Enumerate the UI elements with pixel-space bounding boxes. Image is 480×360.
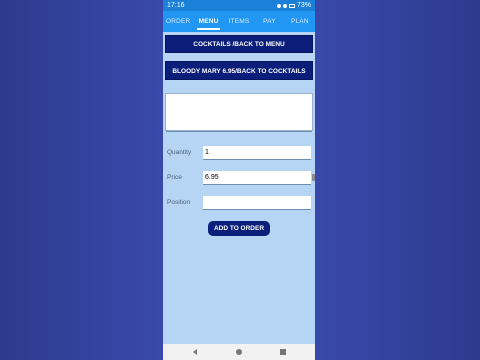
scroll-handle[interactable] [312,174,315,181]
status-icons: 73% [276,0,311,11]
status-bar: 17:16 73% [163,0,315,11]
status-time: 17:16 [167,2,185,9]
tab-items[interactable]: ITEMS [224,11,254,32]
notes-textarea[interactable] [165,93,313,132]
back-icon[interactable] [193,349,197,355]
position-field[interactable] [203,196,311,210]
back-to-menu-button[interactable]: COCKTAILS /BACK TO MENU [165,35,313,53]
quantity-label: Quantity [167,149,192,156]
battery-percent: 73% [296,2,311,9]
quantity-field[interactable]: 1 [203,146,311,160]
add-to-order-button[interactable]: ADD TO ORDER [208,221,270,236]
home-icon[interactable] [236,349,242,355]
recent-apps-icon[interactable] [280,349,286,355]
price-field[interactable]: 6.95 [203,171,311,185]
tab-order[interactable]: ORDER [163,11,193,32]
price-label: Price [167,174,182,181]
phone-screen: 17:16 73% ORDER MENU ITEMS PAY PLAN COCK… [163,0,315,360]
tab-plan[interactable]: PLAN [285,11,315,32]
position-label: Position [167,199,191,206]
system-nav-bar [163,344,315,360]
tab-menu[interactable]: MENU [193,11,223,32]
battery-icon [288,3,295,8]
notification-icon [276,3,281,8]
back-to-cocktails-button[interactable]: BLOODY MARY 6.95/BACK TO COCKTAILS [165,61,313,80]
wifi-icon [282,3,287,8]
tab-pay[interactable]: PAY [254,11,284,32]
tab-bar: ORDER MENU ITEMS PAY PLAN [163,11,315,32]
